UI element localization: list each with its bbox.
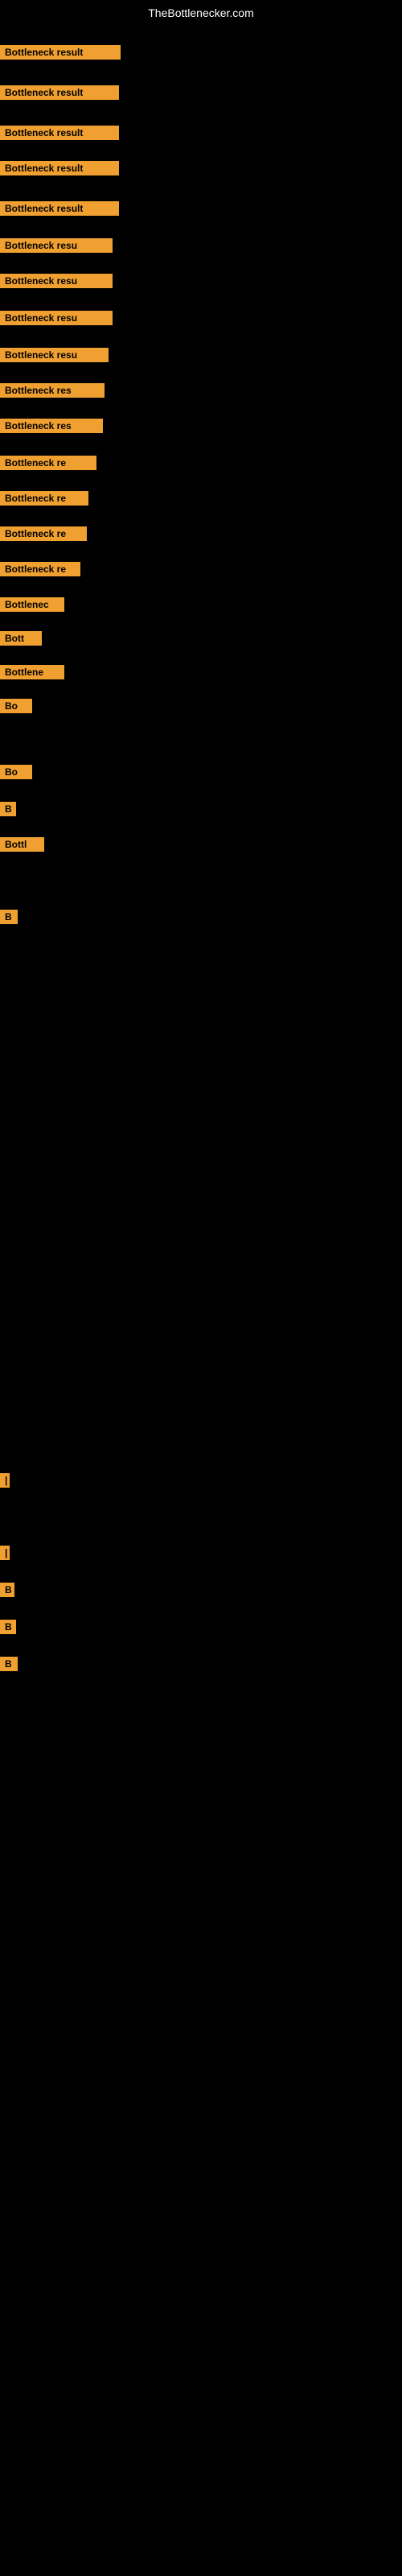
bottleneck-badge: Bottleneck result (0, 201, 119, 216)
bottleneck-badge: Bottleneck resu (0, 311, 113, 325)
bottleneck-badge: Bottleneck re (0, 456, 96, 470)
bottleneck-badge: | (0, 1546, 10, 1560)
bottleneck-badge: Bottleneck result (0, 126, 119, 140)
bottleneck-badge: Bottleneck resu (0, 238, 113, 253)
bottleneck-badge: Bottleneck result (0, 45, 121, 60)
bottleneck-badge: Bottlene (0, 665, 64, 679)
bottleneck-badge: B (0, 1620, 16, 1634)
bottleneck-badge: Bottleneck re (0, 491, 88, 506)
bottleneck-badge: Bottlenec (0, 597, 64, 612)
bottleneck-badge: | (0, 1473, 10, 1488)
bottleneck-badge: B (0, 802, 16, 816)
bottleneck-badge: B (0, 910, 18, 924)
bottleneck-badge: Bottleneck resu (0, 348, 109, 362)
bottleneck-badge: Bottleneck re (0, 526, 87, 541)
bottleneck-badge: Bottleneck result (0, 161, 119, 175)
bottleneck-badge: Bottl (0, 837, 44, 852)
bottleneck-badge: Bott (0, 631, 42, 646)
bottleneck-badge: Bottleneck res (0, 383, 105, 398)
site-title: TheBottlenecker.com (0, 0, 402, 26)
bottleneck-badge: Bottleneck re (0, 562, 80, 576)
bottleneck-badge: Bottleneck result (0, 85, 119, 100)
bottleneck-badge: B (0, 1657, 18, 1671)
bottleneck-badge: Bo (0, 765, 32, 779)
bottleneck-badge: B (0, 1583, 14, 1597)
bottleneck-badge: Bo (0, 699, 32, 713)
bottleneck-badge: Bottleneck resu (0, 274, 113, 288)
bottleneck-badge: Bottleneck res (0, 419, 103, 433)
